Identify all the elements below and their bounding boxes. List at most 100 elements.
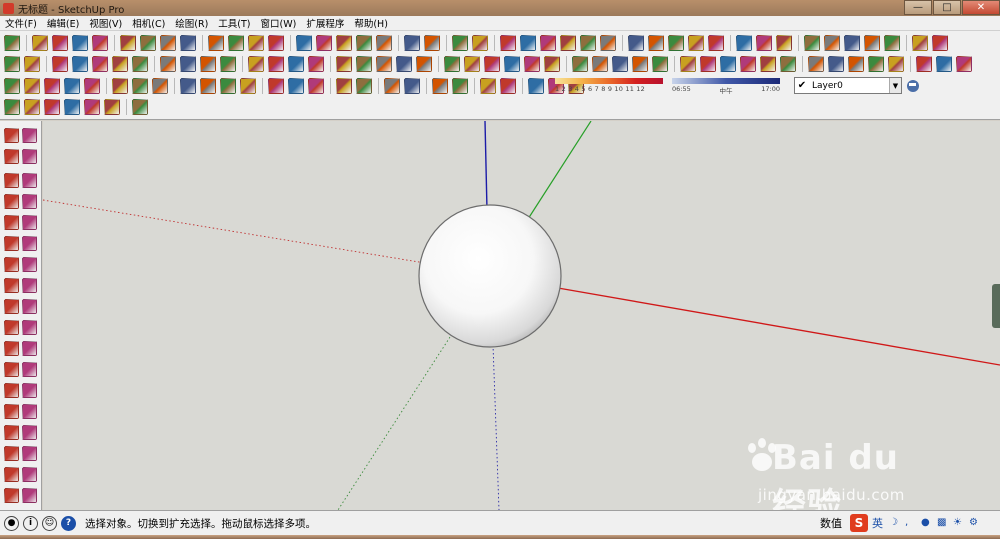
iso-view-icon[interactable] <box>4 99 20 115</box>
tool-icon[interactable] <box>248 56 264 72</box>
tool-icon[interactable] <box>308 78 324 94</box>
tool-icon[interactable] <box>776 35 792 51</box>
tool-icon[interactable] <box>932 35 948 51</box>
tool-icon[interactable] <box>828 56 844 72</box>
protractor-icon[interactable] <box>4 362 19 377</box>
settings-icon[interactable]: ⚙ <box>969 517 981 529</box>
rotated-rectangle-icon[interactable] <box>22 194 37 209</box>
tool-icon[interactable] <box>544 56 560 72</box>
eraser-icon[interactable] <box>22 149 37 164</box>
tool-icon[interactable] <box>336 78 352 94</box>
ime-toolbar[interactable]: S 英 ☽ , ● ▩ ☀ ⚙ <box>850 514 983 532</box>
zoom-window-icon[interactable] <box>22 446 37 461</box>
tool-icon[interactable] <box>700 56 716 72</box>
tool-icon[interactable] <box>824 35 840 51</box>
tool-icon[interactable] <box>200 78 216 94</box>
tool-icon[interactable] <box>472 35 488 51</box>
tool-icon[interactable] <box>668 35 684 51</box>
front-view-icon[interactable] <box>44 99 60 115</box>
moon-icon[interactable]: ☽ <box>889 517 901 529</box>
follow-me-icon[interactable] <box>140 35 156 51</box>
viewport-side-handle[interactable] <box>992 284 1000 328</box>
line-icon[interactable] <box>4 173 19 188</box>
text-icon[interactable] <box>268 35 284 51</box>
tool-icon[interactable] <box>356 78 372 94</box>
menu-view[interactable]: 视图(V) <box>84 16 127 30</box>
tool-icon[interactable] <box>864 35 880 51</box>
paint-bucket-icon[interactable] <box>404 35 420 51</box>
follow-me-icon[interactable] <box>22 299 37 314</box>
sandbox-icon[interactable] <box>4 488 19 503</box>
minimize-button[interactable]: — <box>904 0 932 15</box>
arc-icon[interactable] <box>4 236 19 251</box>
line-icon[interactable] <box>52 35 68 51</box>
tool-icon[interactable] <box>520 35 536 51</box>
tool-icon[interactable] <box>848 56 864 72</box>
tool-icon[interactable] <box>268 56 284 72</box>
tool-icon[interactable] <box>708 35 724 51</box>
tool-icon[interactable] <box>180 56 196 72</box>
tool-icon[interactable] <box>804 35 820 51</box>
arc-icon[interactable] <box>72 35 88 51</box>
tool-icon[interactable] <box>648 35 664 51</box>
push-pull-icon[interactable] <box>4 278 19 293</box>
tool-icon[interactable] <box>592 56 608 72</box>
left-view-icon[interactable] <box>52 56 68 72</box>
x-ray-icon[interactable] <box>4 78 20 94</box>
scale-icon[interactable] <box>208 35 224 51</box>
ime-language[interactable]: 英 <box>872 515 883 531</box>
menu-extensions[interactable]: 扩展程序 <box>301 16 349 30</box>
tape-measure-icon[interactable] <box>4 341 19 356</box>
top-view-icon[interactable] <box>24 56 40 72</box>
chevron-down-icon[interactable]: ▼ <box>889 78 901 93</box>
components-icon[interactable] <box>376 35 392 51</box>
back-edges-icon[interactable] <box>24 78 40 94</box>
tool-icon[interactable] <box>760 56 776 72</box>
tool-icon[interactable] <box>220 56 236 72</box>
eraser-icon[interactable] <box>32 35 48 51</box>
position-camera-icon[interactable] <box>22 425 37 440</box>
tool-icon[interactable] <box>572 56 588 72</box>
microphone-icon[interactable]: ● <box>921 517 933 529</box>
tool-icon[interactable] <box>888 56 904 72</box>
pie-icon[interactable] <box>22 236 37 251</box>
instructor-help-icon[interactable]: ? <box>61 515 76 531</box>
pan-icon[interactable] <box>4 425 19 440</box>
select-icon[interactable] <box>4 128 19 143</box>
tool-icon[interactable] <box>384 78 400 94</box>
tool-icon[interactable] <box>132 99 148 115</box>
zoom-icon[interactable] <box>336 35 352 51</box>
tool-icon[interactable] <box>740 56 756 72</box>
tool-icon[interactable] <box>580 35 596 51</box>
menu-window[interactable]: 窗口(W) <box>256 16 302 30</box>
pan-icon[interactable] <box>316 35 332 51</box>
menu-camera[interactable]: 相机(C) <box>127 16 170 30</box>
tool-icon[interactable] <box>432 78 448 94</box>
tool-icon[interactable] <box>308 56 324 72</box>
modeling-viewport[interactable]: Bai du 经验 jingyan.baidu.com <box>43 121 1000 510</box>
freehand-icon[interactable] <box>22 173 37 188</box>
tool-icon[interactable] <box>180 78 196 94</box>
tool-icon[interactable] <box>688 35 704 51</box>
look-around-icon[interactable] <box>22 467 37 482</box>
keyboard-icon[interactable]: ▩ <box>937 517 949 529</box>
tool-icon[interactable] <box>600 35 616 51</box>
tool-icon[interactable] <box>288 78 304 94</box>
two-point-arc-icon[interactable] <box>4 257 19 272</box>
tool-icon[interactable] <box>92 56 108 72</box>
section-plane-icon[interactable] <box>22 383 37 398</box>
punctuation-icon[interactable]: , <box>905 517 917 529</box>
tool-icon[interactable] <box>936 56 952 72</box>
menu-file[interactable]: 文件(F) <box>0 16 42 30</box>
tool-icon[interactable] <box>452 78 468 94</box>
skin-icon[interactable]: ☀ <box>953 517 965 529</box>
tool-icon[interactable] <box>160 56 176 72</box>
tool-icon[interactable] <box>720 56 736 72</box>
tool-icon[interactable] <box>808 56 824 72</box>
rectangle-icon[interactable] <box>4 194 19 209</box>
shadow-time-slider[interactable]: 06:55 中午 17:00 <box>672 78 780 95</box>
layer-manager-icon[interactable] <box>906 78 921 93</box>
tool-icon[interactable] <box>112 56 128 72</box>
maximize-button[interactable]: □ <box>933 0 961 15</box>
tool-icon[interactable] <box>756 35 772 51</box>
